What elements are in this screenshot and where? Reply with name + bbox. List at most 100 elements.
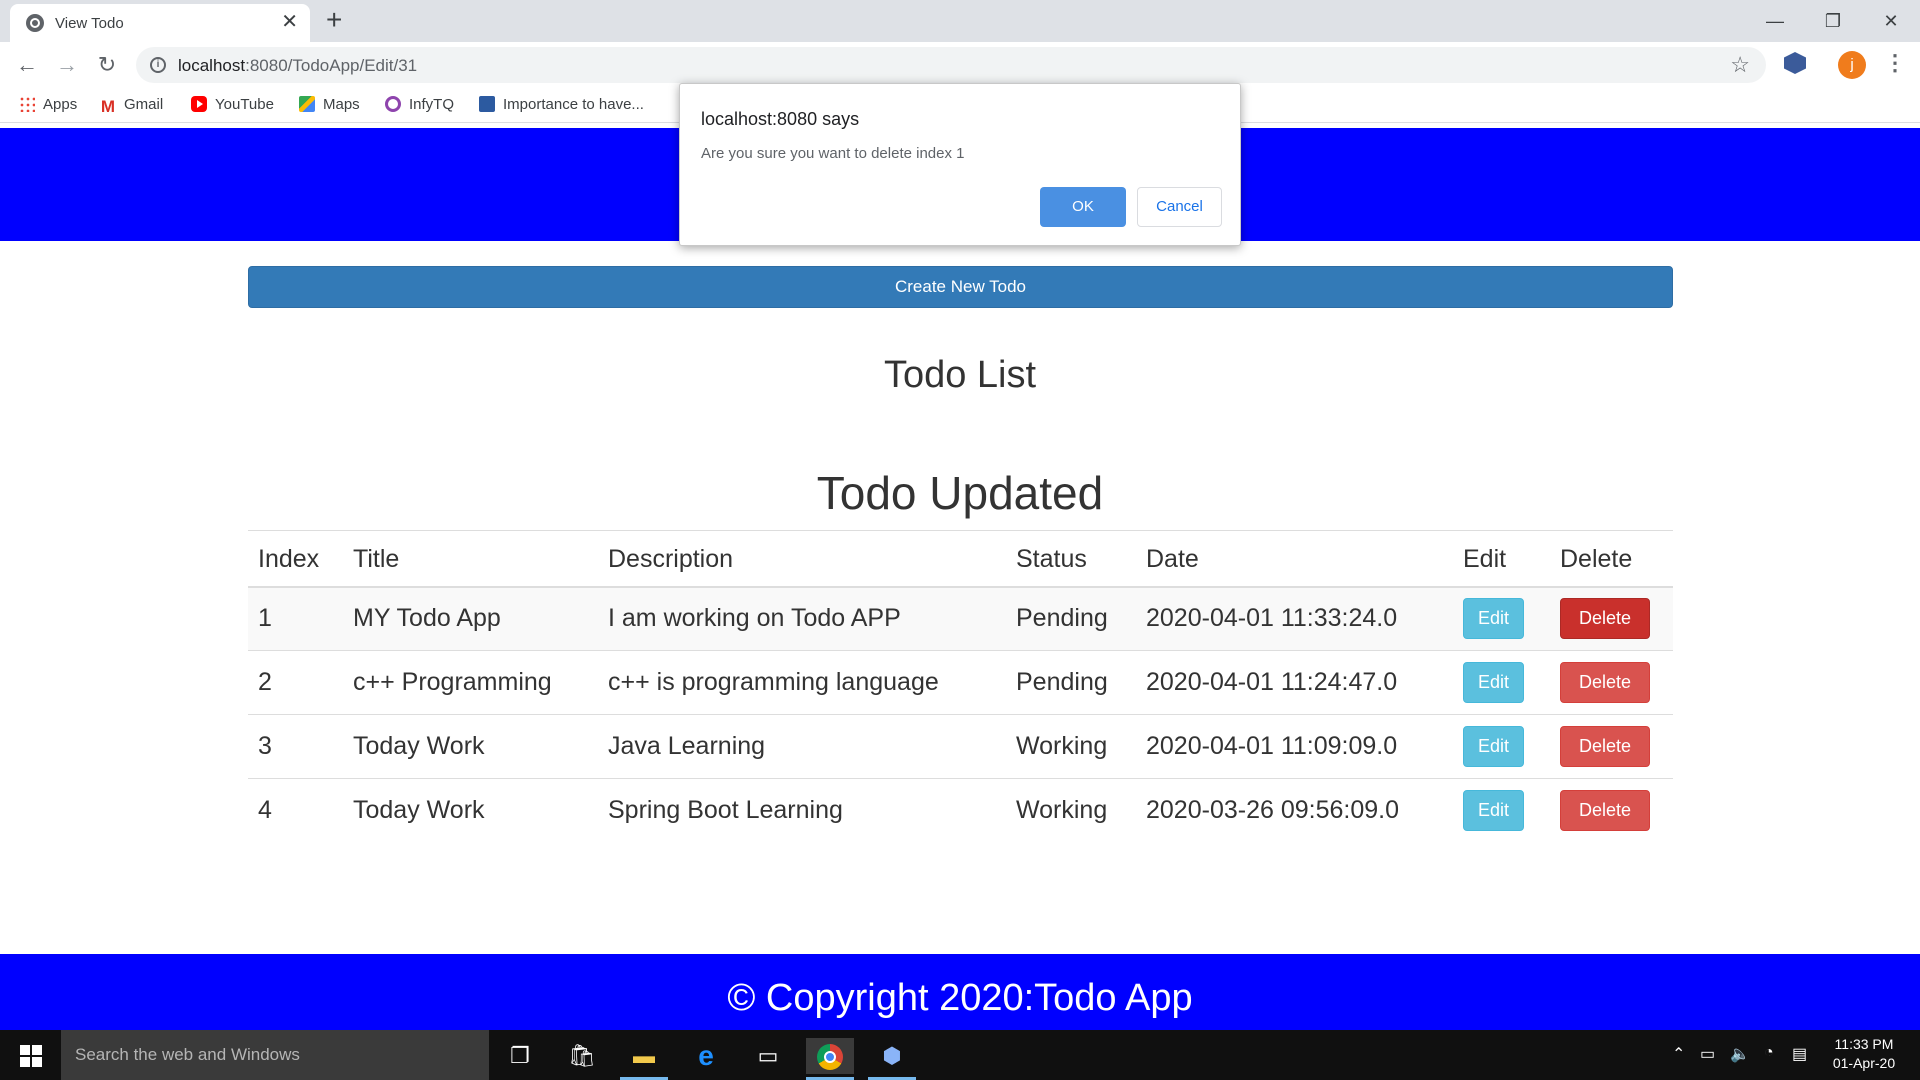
cell-status: Working [1006,778,1136,843]
bookmark-infytq[interactable]: InfyTQ [385,96,454,113]
cell-delete: Delete [1550,778,1673,843]
column-header-index: Index [248,530,343,588]
delete-button[interactable]: Delete [1560,662,1651,703]
edit-button[interactable]: Edit [1463,790,1525,832]
store-icon[interactable]: 🛍 [558,1038,606,1074]
todo-table: Index Title Description Status Date Edit… [248,530,1673,843]
tab-close-icon[interactable]: ✕ [281,12,298,32]
cell-date: 2020-04-01 11:09:09.0 [1136,714,1453,779]
delete-button[interactable]: Delete [1560,790,1651,832]
cell-index: 1 [248,586,343,651]
clock-date: 01-Apr-20 [1832,1055,1896,1071]
bookmark-gmail[interactable]: M Gmail [100,96,163,115]
dialog-cancel-button[interactable]: Cancel [1137,187,1222,227]
dialog-message: Are you sure you want to delete index 1 [701,145,965,162]
cell-delete: Delete [1550,650,1673,715]
cell-title: Today Work [343,714,598,779]
terminal-icon[interactable]: ▭ [744,1038,792,1074]
bookmark-importance[interactable]: Importance to have... [479,96,644,113]
apps-grid-icon [19,96,35,112]
column-header-date: Date [1136,530,1453,588]
edit-button[interactable]: Edit [1463,598,1525,640]
status-message: Todo Updated [816,467,1104,519]
tray-chevron-icon[interactable]: ⌃ [1672,1044,1685,1064]
new-tab-button[interactable]: + [326,6,342,34]
table-row: 1 MY Todo App I am working on Todo APP P… [248,586,1673,651]
edit-button[interactable]: Edit [1463,726,1525,767]
cell-description: I am working on Todo APP [598,586,1006,651]
edge-icon[interactable]: e [682,1038,730,1074]
cell-date: 2020-04-01 11:33:24.0 [1136,586,1453,651]
back-arrow-icon[interactable]: ← [12,50,42,80]
bookmark-site-icon [479,96,495,112]
battery-icon[interactable]: ▭ [1700,1044,1715,1064]
dialog-ok-button[interactable]: OK [1040,187,1126,227]
column-header-delete: Delete [1550,530,1673,588]
cell-edit: Edit [1453,586,1550,651]
create-new-todo-button[interactable]: Create New Todo [248,266,1673,308]
cell-edit: Edit [1453,778,1550,843]
column-header-edit: Edit [1453,530,1550,588]
clock-time: 11:33 PM [1834,1036,1894,1052]
chrome-icon[interactable] [806,1038,854,1074]
cell-edit: Edit [1453,650,1550,715]
infytq-icon [385,96,401,112]
youtube-icon [191,96,207,112]
cell-description: Spring Boot Learning [598,778,1006,843]
cell-status: Pending [1006,650,1136,715]
taskbar-clock[interactable]: 11:33 PM 01-Apr-20 [1818,1035,1910,1073]
cell-status: Working [1006,714,1136,779]
cell-status: Pending [1006,586,1136,651]
column-header-status: Status [1006,530,1136,588]
tab-title: View Todo [55,15,124,32]
windows-start-icon[interactable] [20,1045,42,1067]
cell-delete: Delete [1550,586,1673,651]
cell-title: MY Todo App [343,586,598,651]
chrome-logo-icon [817,1044,843,1071]
extension-icon[interactable] [1784,52,1806,74]
notifications-icon[interactable]: ▤ [1792,1044,1807,1064]
file-explorer-icon[interactable]: ▬ [620,1038,668,1074]
bookmark-youtube[interactable]: YouTube [191,96,274,113]
cell-index: 4 [248,778,343,843]
task-view-icon[interactable]: ❐ [496,1038,544,1074]
table-row: 2 c++ Programming c++ is programming lan… [248,650,1673,715]
maps-icon [299,96,315,112]
wifi-icon[interactable]: ◔ [1764,1044,1774,1062]
browser-tab[interactable]: View Todo ✕ [10,4,310,42]
bookmark-apps[interactable]: Apps [19,96,77,113]
delete-button[interactable]: Delete [1560,726,1651,767]
delete-button[interactable]: Delete [1560,598,1651,640]
profile-avatar[interactable]: j [1838,51,1866,79]
bookmark-maps[interactable]: Maps [299,96,360,113]
cell-description: c++ is programming language [598,650,1006,715]
address-bar[interactable]: i localhost:8080/TodoApp/Edit/31 ☆ [136,47,1766,83]
page-footer: © Copyright 2020:Todo App [0,954,1920,1030]
info-icon[interactable]: i [150,57,166,73]
cell-delete: Delete [1550,714,1673,779]
app-cube-icon[interactable]: ⬢ [868,1038,916,1074]
forward-arrow-icon[interactable]: → [52,50,82,80]
reload-icon[interactable]: ↻ [92,50,122,80]
gmail-icon: M [100,97,116,116]
table-header-row: Index Title Description Status Date Edit… [248,530,1673,588]
column-header-description: Description [598,530,1006,588]
cell-description: Java Learning [598,714,1006,779]
cell-title: Today Work [343,778,598,843]
cell-date: 2020-03-26 09:56:09.0 [1136,778,1453,843]
url-text[interactable]: localhost:8080/TodoApp/Edit/31 [178,56,417,76]
cell-date: 2020-04-01 11:24:47.0 [1136,650,1453,715]
taskbar-search-input[interactable]: Search the web and Windows [61,1030,489,1080]
confirm-dialog: localhost:8080 says Are you sure you wan… [679,83,1241,246]
dialog-title: localhost:8080 says [701,109,860,129]
table-row: 4 Today Work Spring Boot Learning Workin… [248,778,1673,843]
volume-icon[interactable]: 🔈 [1730,1044,1750,1064]
edit-button[interactable]: Edit [1463,662,1525,703]
minimize-button[interactable]: — [1752,8,1798,34]
restore-button[interactable]: ❐ [1810,8,1856,34]
table-row: 3 Today Work Java Learning Working 2020-… [248,714,1673,779]
page-title: Todo List [883,354,1037,396]
menu-dots-icon[interactable]: ⋮ [1884,50,1906,76]
close-window-button[interactable]: ✕ [1868,8,1914,34]
bookmark-star-icon[interactable]: ☆ [1730,52,1750,78]
